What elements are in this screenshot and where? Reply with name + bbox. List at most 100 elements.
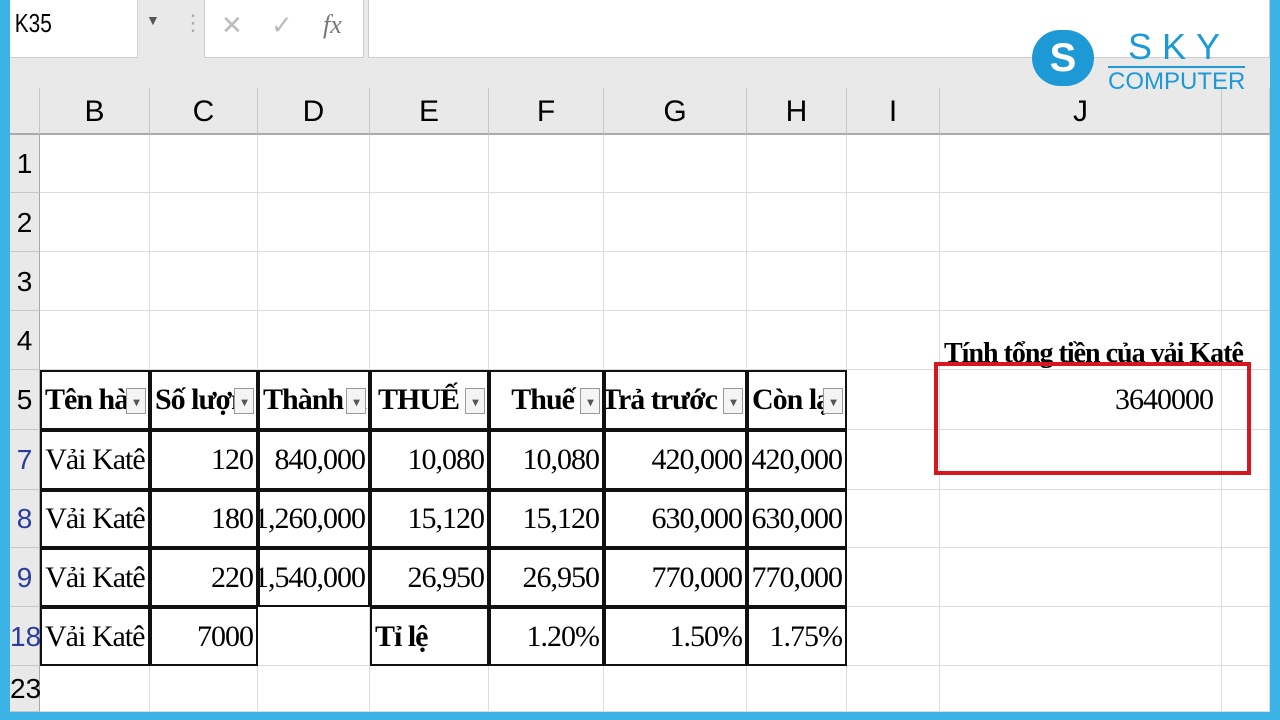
row-header-8[interactable]: 8 <box>10 490 40 548</box>
table-cell[interactable]: 220 <box>150 548 258 607</box>
cell[interactable] <box>940 666 1222 712</box>
cell[interactable] <box>747 135 847 193</box>
cell[interactable] <box>940 490 1222 548</box>
cell[interactable] <box>370 311 489 370</box>
table-cell[interactable]: 1,260,000 <box>258 490 370 548</box>
table-header[interactable]: THUẾ ▾ <box>370 370 489 430</box>
cell[interactable] <box>847 430 940 490</box>
cell[interactable] <box>1222 252 1270 311</box>
filter-active-icon[interactable]: ▾ <box>126 388 146 414</box>
column-header-C[interactable]: C <box>150 88 258 135</box>
table-cell[interactable]: 26,950 <box>489 548 604 607</box>
cell[interactable] <box>40 252 150 311</box>
cell[interactable] <box>258 666 370 712</box>
cell[interactable] <box>747 311 847 370</box>
table-header[interactable]: Tên hàn ▾ <box>40 370 150 430</box>
cell[interactable] <box>40 311 150 370</box>
filter-dropdown-icon[interactable]: ▾ <box>723 388 743 414</box>
cell[interactable] <box>489 193 604 252</box>
cell[interactable] <box>150 193 258 252</box>
cell[interactable] <box>150 252 258 311</box>
rate-h[interactable]: 1.75% <box>747 607 847 666</box>
cell[interactable] <box>258 311 370 370</box>
table-cell[interactable]: 15,120 <box>489 490 604 548</box>
cell[interactable] <box>1222 607 1270 666</box>
table-cell[interactable]: 840,000 <box>258 430 370 490</box>
column-header-B[interactable]: B <box>40 88 150 135</box>
table-header[interactable]: Thuế ▾ <box>489 370 604 430</box>
cell[interactable] <box>370 135 489 193</box>
column-header-E[interactable]: E <box>370 88 489 135</box>
cell[interactable] <box>847 193 940 252</box>
cell[interactable] <box>940 193 1222 252</box>
cell[interactable] <box>747 193 847 252</box>
column-header-I[interactable]: I <box>847 88 940 135</box>
cell[interactable] <box>940 607 1222 666</box>
column-header-H[interactable]: H <box>747 88 847 135</box>
table-header[interactable]: Số lượn ▾ <box>150 370 258 430</box>
cell[interactable] <box>1222 666 1270 712</box>
filter-dropdown-icon[interactable]: ▾ <box>580 388 600 414</box>
cell[interactable] <box>258 252 370 311</box>
cell[interactable] <box>847 311 940 370</box>
cell[interactable] <box>489 252 604 311</box>
table-header[interactable]: Trả trước ▾ <box>604 370 747 430</box>
cell[interactable] <box>489 666 604 712</box>
cell[interactable] <box>847 490 940 548</box>
table-cell[interactable]: 26,950 <box>370 548 489 607</box>
select-all-corner[interactable] <box>10 88 40 135</box>
table-cell[interactable]: 770,000 <box>747 548 847 607</box>
table-header[interactable]: Còn lạ ▾ <box>747 370 847 430</box>
column-header-G[interactable]: G <box>604 88 747 135</box>
row-header-18[interactable]: 18 <box>10 607 41 666</box>
table-cell[interactable]: 10,080 <box>489 430 604 490</box>
cell[interactable] <box>150 311 258 370</box>
cell[interactable] <box>40 193 150 252</box>
table-cell[interactable]: Vải Katê <box>40 490 150 548</box>
column-header-F[interactable]: F <box>489 88 604 135</box>
cell[interactable] <box>847 548 940 607</box>
cell[interactable] <box>847 607 940 666</box>
cell[interactable] <box>604 252 747 311</box>
row-header-1[interactable]: 1 <box>10 135 40 193</box>
fx-icon[interactable]: fx <box>323 10 342 40</box>
row-header-7[interactable]: 7 <box>10 430 40 490</box>
rate-label[interactable]: Tỉ lệ <box>370 607 489 666</box>
cell[interactable] <box>604 193 747 252</box>
cell[interactable] <box>847 666 940 712</box>
cell[interactable] <box>1222 193 1270 252</box>
cell[interactable] <box>604 311 747 370</box>
table-cell[interactable]: Vải Katê <box>40 548 150 607</box>
check-icon[interactable]: ✓ <box>271 10 293 41</box>
filter-dropdown-icon[interactable]: ▾ <box>346 388 366 414</box>
rate-row-qty[interactable]: 7000 <box>150 607 258 666</box>
rate-g[interactable]: 1.50% <box>604 607 747 666</box>
row-header-4[interactable]: 4 <box>10 311 40 370</box>
table-cell[interactable]: 630,000 <box>747 490 847 548</box>
cell[interactable] <box>150 666 258 712</box>
row-header-3[interactable]: 3 <box>10 252 40 311</box>
filter-dropdown-icon[interactable]: ▾ <box>465 388 485 414</box>
rate-row-name[interactable]: Vải Katê <box>40 607 150 666</box>
table-cell[interactable]: Vải Katê <box>40 430 150 490</box>
table-cell[interactable]: 15,120 <box>370 490 489 548</box>
row-header-5[interactable]: 5 <box>10 370 40 430</box>
cancel-icon[interactable]: ✕ <box>221 10 243 41</box>
cell[interactable] <box>940 548 1222 607</box>
cell[interactable] <box>1222 548 1270 607</box>
row-header-9[interactable]: 9 <box>10 548 40 607</box>
row-header-23[interactable]: 23 <box>10 666 41 712</box>
table-cell[interactable]: 420,000 <box>604 430 747 490</box>
cell[interactable] <box>747 666 847 712</box>
cell[interactable] <box>489 311 604 370</box>
cell[interactable] <box>604 135 747 193</box>
name-box[interactable]: K35 <box>10 0 138 58</box>
table-cell[interactable]: 770,000 <box>604 548 747 607</box>
cell[interactable] <box>370 252 489 311</box>
cell[interactable] <box>847 135 940 193</box>
filter-dropdown-icon[interactable]: ▾ <box>234 388 254 414</box>
cell[interactable] <box>747 252 847 311</box>
filter-dropdown-icon[interactable]: ▾ <box>823 388 843 414</box>
cell[interactable] <box>604 666 747 712</box>
table-cell[interactable]: 630,000 <box>604 490 747 548</box>
